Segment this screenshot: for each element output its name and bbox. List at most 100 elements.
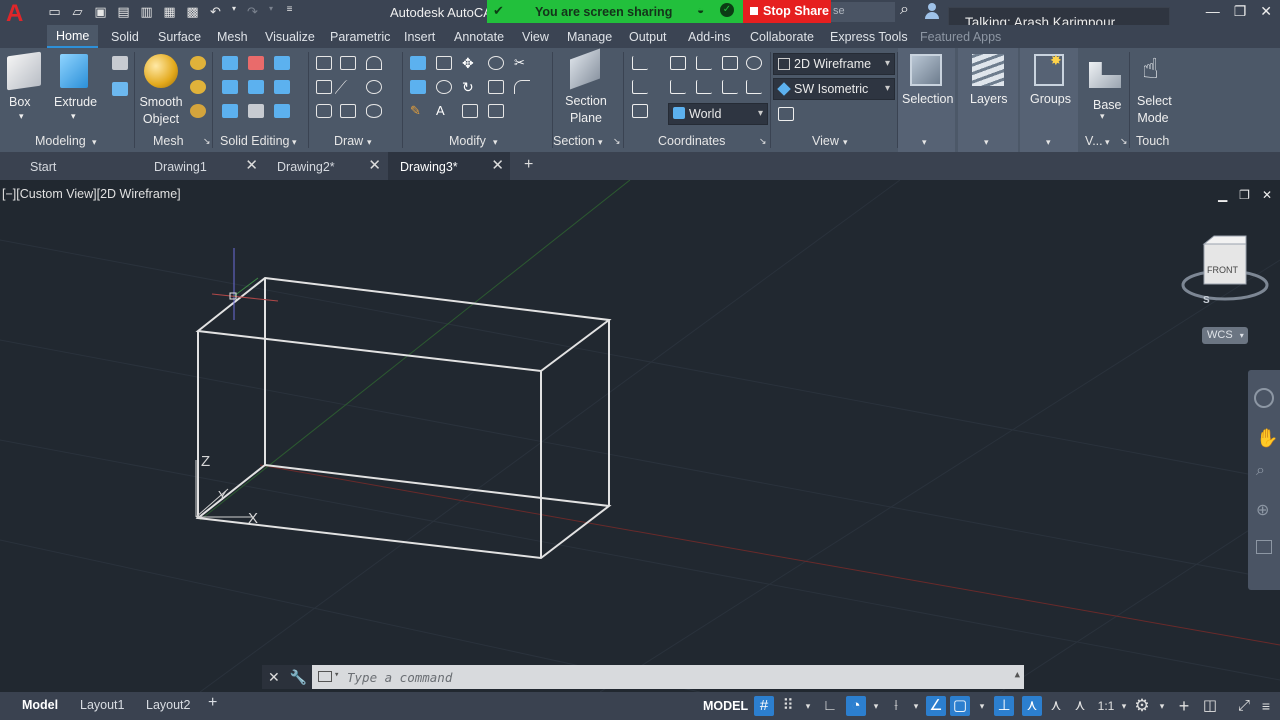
- viewport-config-icon[interactable]: [778, 107, 794, 121]
- layers-icon[interactable]: [972, 54, 1004, 86]
- annotation-visibility-icon[interactable]: ⋏: [1022, 696, 1042, 716]
- redo-icon[interactable]: ↷: [244, 4, 261, 20]
- search-icon[interactable]: ⌕: [900, 1, 909, 19]
- modeling-panel-title[interactable]: Modeling: [35, 134, 86, 148]
- base-dropdown-icon[interactable]: ▾: [1100, 111, 1105, 122]
- view-short-panel-title[interactable]: V...: [1085, 134, 1103, 148]
- solid-editing-panel-title[interactable]: Solid Editing: [220, 134, 290, 148]
- view-panel-title[interactable]: View: [812, 134, 839, 148]
- union-icon[interactable]: [222, 56, 238, 70]
- object-snap-icon[interactable]: ▢: [950, 696, 970, 716]
- 3d-align-icon[interactable]: [436, 80, 452, 94]
- new-tab-icon[interactable]: +: [524, 156, 533, 174]
- touch-panel-title[interactable]: Touch: [1136, 134, 1169, 148]
- section-panel-launcher-icon[interactable]: ↘: [613, 136, 621, 147]
- offset-icon[interactable]: A: [436, 104, 452, 118]
- groups-dropdown-icon[interactable]: ▾: [1046, 137, 1051, 148]
- isodraft-dropdown-icon[interactable]: ▾: [906, 696, 926, 716]
- close-tab-icon[interactable]: ✕: [245, 156, 258, 174]
- subtract-icon[interactable]: [248, 56, 264, 70]
- minimize-icon[interactable]: —: [1206, 3, 1220, 20]
- layout-tab-layout1[interactable]: Layout1: [80, 698, 124, 712]
- ucs-z-icon[interactable]: [696, 80, 712, 94]
- box-dropdown-icon[interactable]: ▾: [19, 108, 24, 125]
- select-mode-button[interactable]: Select Mode: [1137, 93, 1172, 127]
- polysolid-icon[interactable]: [112, 82, 128, 96]
- draw-panel-title[interactable]: Draw: [334, 134, 363, 148]
- modify-panel-title[interactable]: Modify: [449, 134, 486, 148]
- recent-commands-icon[interactable]: ▾: [334, 670, 339, 680]
- polar-dropdown-icon[interactable]: ▾: [866, 696, 886, 716]
- visual-style-select[interactable]: 2D Wireframe ▾: [773, 53, 895, 75]
- command-history-icon[interactable]: [318, 671, 332, 682]
- close-tab-icon[interactable]: ✕: [491, 156, 504, 174]
- tab-home[interactable]: Home: [47, 25, 99, 48]
- separate-icon[interactable]: [274, 104, 290, 118]
- workspace-dropdown-icon[interactable]: ▾: [1152, 696, 1172, 716]
- clean-screen-icon[interactable]: ⤢: [1234, 696, 1254, 716]
- coordinates-panel-launcher-icon[interactable]: ↘: [759, 136, 767, 147]
- section-plane-button[interactable]: Section Plane: [560, 93, 612, 127]
- extrude-icon[interactable]: [60, 54, 88, 88]
- interfere-icon[interactable]: [222, 80, 238, 94]
- mesh-smooth-more-icon[interactable]: [190, 80, 206, 94]
- view-short-dropdown-icon[interactable]: ▾: [1105, 137, 1110, 148]
- stop-share-button[interactable]: Stop Share: [743, 0, 831, 23]
- workspace-gear-icon[interactable]: ⚙: [1132, 696, 1152, 716]
- mesh-panel-title[interactable]: Mesh: [153, 134, 184, 148]
- orbit-icon[interactable]: ⊕: [1256, 500, 1269, 520]
- wcs-menu-button[interactable]: WCS ▾: [1202, 327, 1248, 344]
- auto-scale-icon[interactable]: ⋏: [1046, 696, 1066, 716]
- ucs-icon[interactable]: [632, 56, 648, 70]
- layers-button[interactable]: Layers: [970, 91, 1008, 108]
- customization-icon[interactable]: ≡: [1256, 696, 1276, 716]
- tab-surface[interactable]: Surface: [158, 30, 201, 44]
- save-icon[interactable]: ▣: [92, 4, 109, 20]
- extrude-button[interactable]: Extrude: [54, 94, 97, 111]
- ucs-y-icon[interactable]: [670, 80, 686, 94]
- showmotion-icon[interactable]: [1256, 540, 1272, 554]
- selection-button[interactable]: Selection: [902, 91, 953, 108]
- base-view-icon[interactable]: [1089, 62, 1121, 88]
- model-space-canvas[interactable]: Z Y X FRONT S: [0, 180, 1280, 692]
- 3d-mirror-icon[interactable]: [410, 80, 426, 94]
- steering-wheel-icon[interactable]: [1254, 388, 1274, 408]
- tab-solid[interactable]: Solid: [111, 30, 139, 44]
- search-input[interactable]: se: [831, 2, 895, 22]
- tab-add-ins[interactable]: Add-ins: [688, 30, 730, 44]
- rectangle-icon[interactable]: [340, 104, 356, 118]
- tab-parametric[interactable]: Parametric: [330, 30, 390, 44]
- ucs-3point-icon[interactable]: [632, 80, 648, 94]
- view-short-launcher-icon[interactable]: ↘: [1120, 136, 1128, 147]
- open-folder-icon[interactable]: ▱: [69, 4, 86, 20]
- section-plane-icon[interactable]: [570, 48, 600, 90]
- tab-manage[interactable]: Manage: [567, 30, 612, 44]
- web-mobile-icon[interactable]: ▥: [138, 4, 155, 20]
- scale-dropdown-icon[interactable]: ▾: [1114, 696, 1134, 716]
- layers-dropdown-icon[interactable]: ▾: [984, 137, 989, 148]
- viewport-restore-icon[interactable]: ❐: [1239, 188, 1250, 202]
- section-panel-dropdown-icon[interactable]: ▾: [598, 137, 603, 148]
- tab-visualize[interactable]: Visualize: [265, 30, 315, 44]
- snap-mode-icon[interactable]: ⠿: [778, 696, 798, 716]
- spline-icon[interactable]: [340, 56, 356, 70]
- ucs-x-icon[interactable]: [696, 56, 712, 70]
- array-icon[interactable]: [488, 104, 504, 118]
- polyline-2-icon[interactable]: [316, 80, 332, 94]
- customize-qat-icon[interactable]: ≡: [281, 4, 298, 20]
- polar-tracking-icon[interactable]: ◔: [846, 696, 866, 716]
- dynamic-ucs-icon[interactable]: ⊥: [994, 696, 1014, 716]
- file-tab-start[interactable]: Start: [18, 152, 142, 180]
- customize-command-icon[interactable]: 🔧: [290, 669, 307, 689]
- draw-panel-dropdown-icon[interactable]: ▾: [367, 137, 372, 148]
- share-icon[interactable]: ▦: [161, 4, 178, 20]
- ucs-view-icon[interactable]: [670, 56, 686, 70]
- plot-icon[interactable]: ▩: [184, 4, 201, 20]
- copy-object-icon[interactable]: [410, 56, 426, 70]
- mesh-refine-icon[interactable]: [190, 104, 206, 118]
- tab-express-tools[interactable]: Express Tools: [830, 30, 908, 44]
- ortho-mode-icon[interactable]: ∟: [820, 696, 840, 716]
- tab-featured-apps[interactable]: Featured Apps: [920, 30, 1001, 44]
- file-tab-drawing3[interactable]: Drawing3* ✕: [388, 152, 510, 180]
- coordinates-panel-title[interactable]: Coordinates: [658, 134, 725, 148]
